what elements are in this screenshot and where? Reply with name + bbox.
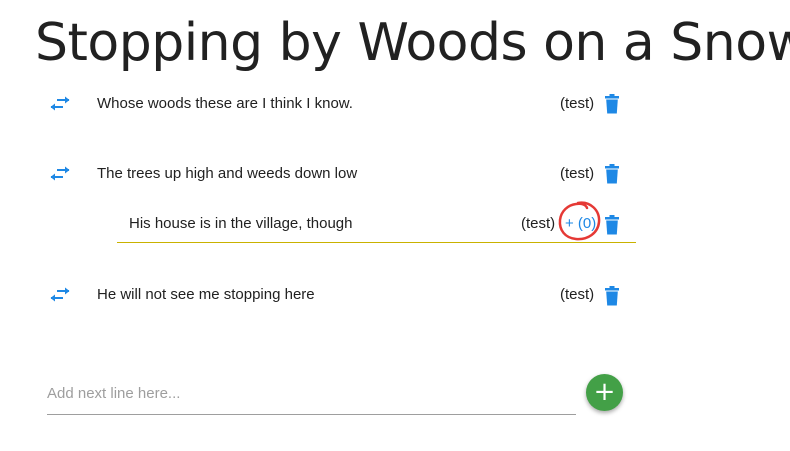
line-text[interactable]: He will not see me stopping here (97, 280, 315, 310)
line-author: (test) (560, 165, 595, 182)
new-line-input[interactable] (47, 378, 576, 408)
trash-icon[interactable] (604, 286, 620, 306)
upvote-link[interactable]: + (0) (565, 209, 596, 239)
line-text[interactable]: The trees up high and weeds down low (97, 159, 357, 189)
trash-icon[interactable] (604, 94, 620, 114)
poem-line-row: The trees up high and weeds down low (te… (0, 159, 790, 189)
add-line-button[interactable]: + (586, 374, 623, 411)
line-author: (test) (560, 95, 595, 112)
alternative-line-author: (test) (521, 215, 556, 232)
alternative-line-text[interactable]: His house is in the village, though (129, 209, 352, 239)
line-author: (test) (560, 286, 595, 303)
swap-icon[interactable] (49, 165, 71, 183)
page-title: Stopping by Woods on a Snowy (35, 13, 790, 73)
swap-icon[interactable] (49, 286, 71, 304)
poem-line-row: He will not see me stopping here (test) (0, 280, 790, 310)
new-line-field-wrapper (47, 376, 576, 415)
trash-icon[interactable] (604, 164, 620, 184)
trash-icon[interactable] (604, 215, 620, 235)
swap-icon[interactable] (49, 95, 71, 113)
poem-page: Stopping by Woods on a Snowy Whose woods… (0, 0, 790, 451)
line-text[interactable]: Whose woods these are I think I know. (97, 89, 353, 119)
poem-line-row: Whose woods these are I think I know. (t… (0, 89, 790, 119)
selected-line-underline (117, 242, 636, 243)
alternative-line-row: His house is in the village, though (tes… (0, 209, 790, 239)
